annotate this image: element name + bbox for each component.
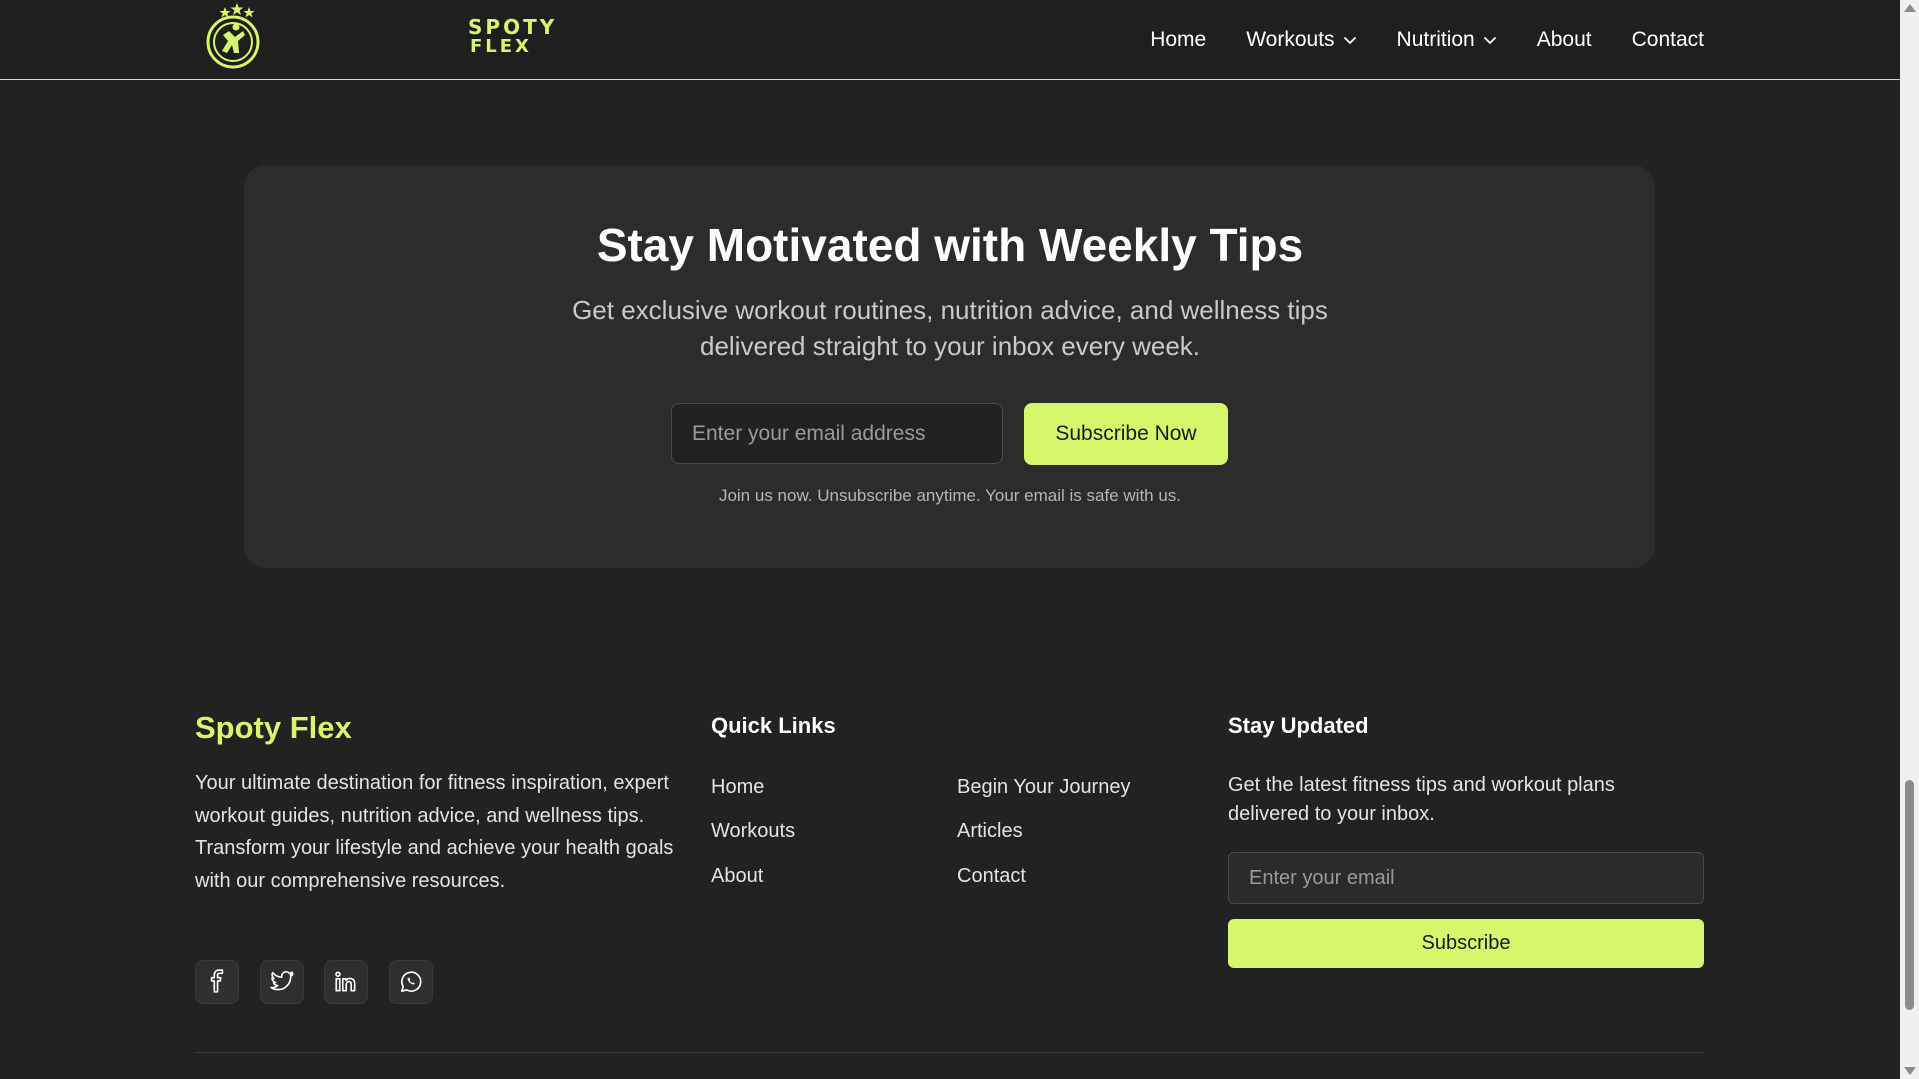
- twitter-icon: [270, 971, 294, 991]
- facebook-icon: [210, 969, 224, 993]
- newsletter-title: Stay Motivated with Weekly Tips: [596, 219, 1304, 271]
- scroll-down-arrow-icon[interactable]: [1904, 1067, 1916, 1075]
- logo-line1: SPOTY: [468, 15, 558, 39]
- nav-item-label: Nutrition: [1396, 27, 1475, 51]
- newsletter-email-input[interactable]: [671, 403, 1003, 464]
- footer-brand-description: Your ultimate destination for fitness in…: [195, 772, 674, 892]
- scrollbar[interactable]: [1900, 0, 1919, 1079]
- newsletter-note: Join us now. Unsubscribe anytime. Your e…: [718, 486, 1182, 505]
- chevron-down-icon: [1343, 36, 1356, 44]
- logo-line2: FLEX: [470, 36, 532, 57]
- quick-link-begin-journey[interactable]: Begin Your Journey: [957, 776, 1130, 799]
- linkedin-icon: [335, 971, 356, 992]
- twitter-button[interactable]: [260, 960, 304, 1004]
- whatsapp-button[interactable]: [389, 960, 433, 1004]
- nav-item-contact[interactable]: Contact: [1632, 28, 1704, 52]
- quick-link-about[interactable]: About: [711, 865, 763, 888]
- footer-divider: [195, 1052, 1704, 1053]
- footer-brand-name: Spoty Flex: [195, 710, 352, 745]
- quick-links-title: Quick Links: [711, 713, 836, 738]
- newsletter-subtitle: Get exclusive workout routines, nutritio…: [540, 292, 1360, 364]
- whatsapp-icon: [400, 971, 422, 993]
- scroll-up-arrow-icon[interactable]: [1904, 4, 1916, 12]
- chevron-down-icon: [1483, 36, 1496, 44]
- logo-text: SPOTY FLEX: [468, 17, 557, 57]
- navbar: SPOTY FLEX Home Workouts Nutrition About…: [0, 0, 1900, 80]
- nav-item-label: Home: [1150, 27, 1207, 51]
- footer-subscribe-button[interactable]: Subscribe: [1228, 919, 1704, 968]
- newsletter-subtitle-line1: Get exclusive workout routines, nutritio…: [572, 295, 1328, 325]
- page: SPOTY FLEX Home Workouts Nutrition About…: [0, 0, 1900, 1079]
- nav-item-label: Workouts: [1246, 27, 1335, 51]
- nav-item-label: Contact: [1631, 27, 1704, 51]
- quick-link-home[interactable]: Home: [711, 776, 764, 799]
- nav-item-about[interactable]: About: [1537, 28, 1592, 52]
- newsletter-subtitle-line2: delivered straight to your inbox every w…: [699, 331, 1201, 361]
- linkedin-button[interactable]: [324, 960, 368, 1004]
- stay-updated-title: Stay Updated: [1228, 713, 1369, 738]
- subscribe-now-button[interactable]: Subscribe Now: [1024, 403, 1228, 465]
- quick-link-contact[interactable]: Contact: [957, 865, 1026, 888]
- quick-link-workouts[interactable]: Workouts: [711, 820, 795, 843]
- facebook-button[interactable]: [195, 960, 239, 1004]
- nav-item-workouts[interactable]: Workouts: [1246, 28, 1356, 52]
- nav-item-nutrition[interactable]: Nutrition: [1397, 28, 1497, 52]
- nav-menu: Home Workouts Nutrition About Contact: [1150, 0, 1704, 79]
- quick-link-articles[interactable]: Articles: [957, 820, 1023, 843]
- logo-emblem-icon: [206, 3, 260, 69]
- stay-updated-description: Get the latest fitness tips and workout …: [1228, 774, 1615, 825]
- nav-item-label: About: [1536, 27, 1592, 51]
- nav-item-home[interactable]: Home: [1150, 28, 1206, 52]
- footer-email-input[interactable]: [1228, 852, 1704, 904]
- logo[interactable]: SPOTY FLEX: [205, 1, 554, 71]
- scrollbar-thumb[interactable]: [1905, 780, 1914, 1010]
